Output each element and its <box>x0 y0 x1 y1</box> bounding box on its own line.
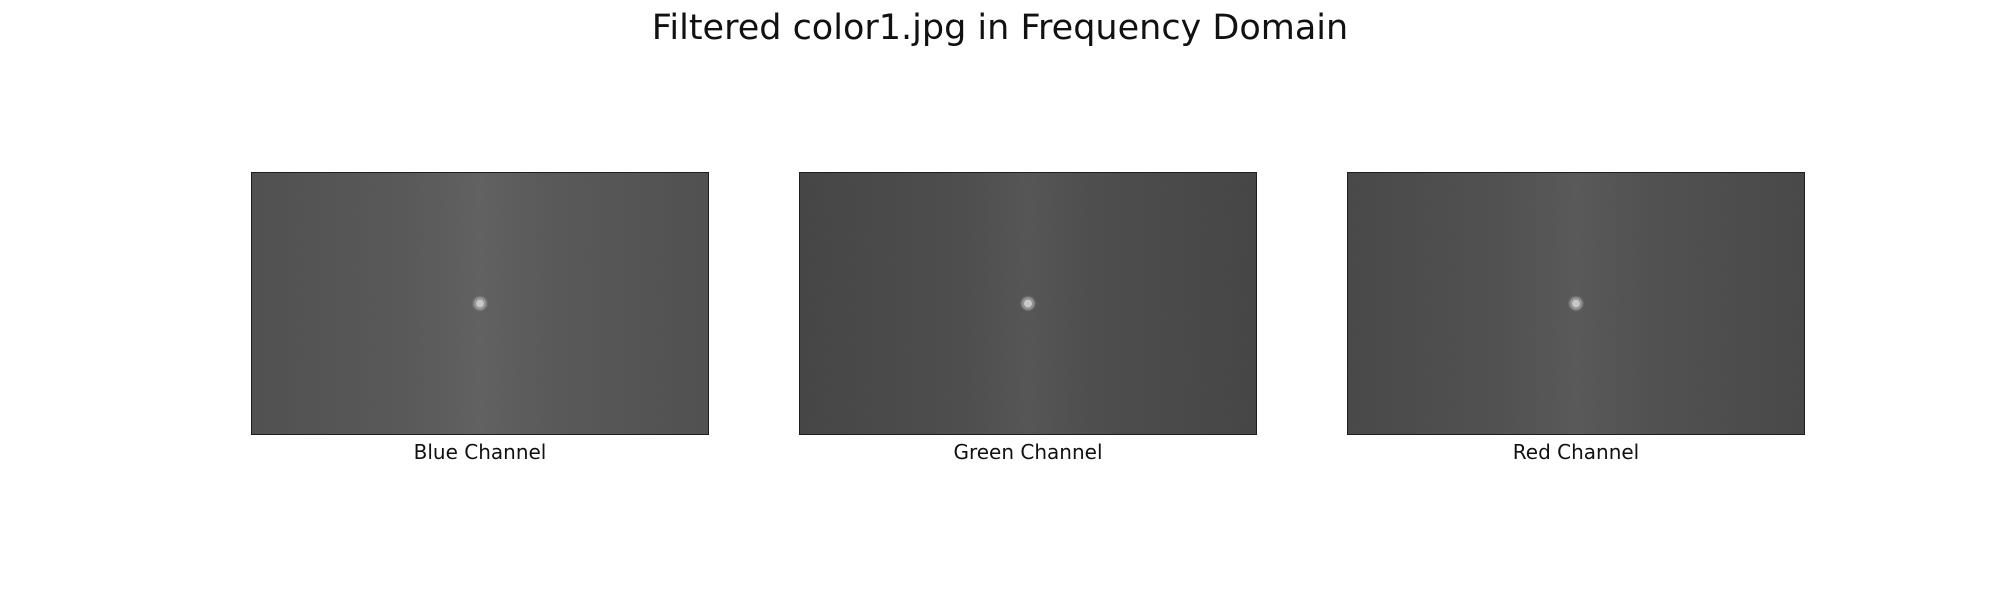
frequency-center-peak <box>1023 298 1033 309</box>
blue-channel-image-frame <box>251 172 709 435</box>
red-channel-image-frame <box>1347 172 1805 435</box>
green-channel-label: Green Channel <box>953 440 1103 464</box>
figure-canvas: Filtered color1.jpg in Frequency Domain … <box>0 0 2000 600</box>
figure-title: Filtered color1.jpg in Frequency Domain <box>651 8 1349 48</box>
blue-channel-frequency-image <box>252 173 708 434</box>
green-channel-image-frame <box>799 172 1257 435</box>
frequency-center-peak <box>1571 298 1581 309</box>
red-channel-label: Red Channel <box>1512 440 1640 464</box>
blue-channel-panel: Blue Channel <box>251 172 709 464</box>
blue-channel-label: Blue Channel <box>413 440 547 464</box>
red-channel-frequency-image <box>1348 173 1804 434</box>
green-channel-panel: Green Channel <box>799 172 1257 464</box>
frequency-center-peak <box>475 298 485 309</box>
red-channel-panel: Red Channel <box>1347 172 1805 464</box>
green-channel-frequency-image <box>800 173 1256 434</box>
